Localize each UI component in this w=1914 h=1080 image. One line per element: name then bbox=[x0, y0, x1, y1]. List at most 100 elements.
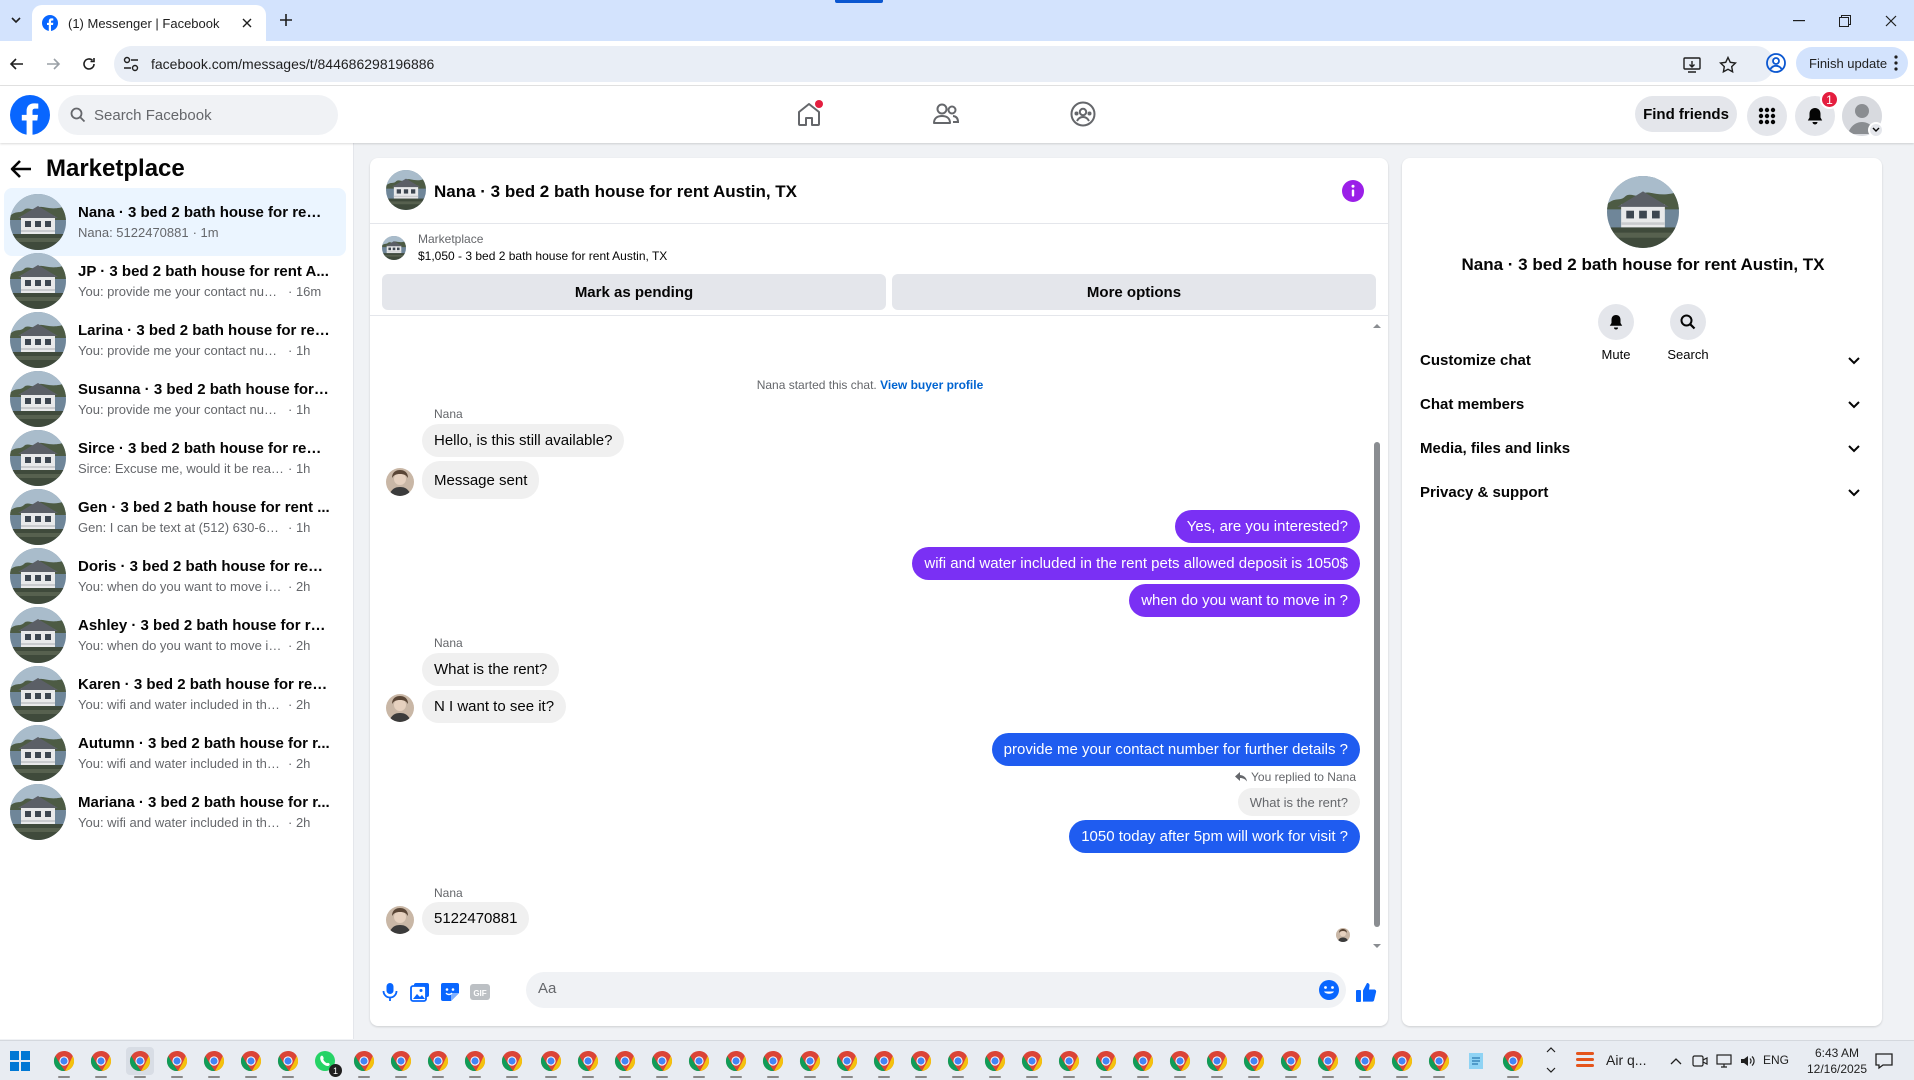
chrome-taskbar-icon[interactable] bbox=[350, 1047, 378, 1078]
chrome-taskbar-icon[interactable] bbox=[574, 1047, 602, 1078]
message-input-box[interactable] bbox=[526, 972, 1346, 1008]
chrome-taskbar-icon[interactable] bbox=[1425, 1047, 1453, 1078]
chrome-taskbar-icon[interactable] bbox=[1351, 1047, 1379, 1078]
chrome-taskbar-icon[interactable] bbox=[907, 1047, 935, 1078]
thumbs-up-icon[interactable] bbox=[1354, 980, 1378, 1004]
taskbar-scroll-down-icon[interactable] bbox=[1546, 1065, 1556, 1075]
chrome-taskbar-icon[interactable] bbox=[163, 1047, 191, 1078]
browser-tab-active[interactable]: (1) Messenger | Facebook bbox=[32, 5, 266, 41]
scroll-thumb[interactable] bbox=[1374, 442, 1380, 927]
back-arrow-icon[interactable] bbox=[10, 159, 32, 179]
outgoing-message[interactable]: 1050 today after 5pm will work for visit… bbox=[1069, 820, 1360, 853]
chrome-taskbar-icon[interactable] bbox=[274, 1047, 302, 1078]
whatsapp-taskbar-icon[interactable]: 1 bbox=[311, 1047, 342, 1077]
incoming-message[interactable]: Hello, is this still available? bbox=[422, 424, 625, 457]
incoming-message[interactable]: 5122470881 bbox=[422, 902, 530, 935]
conversation-item[interactable]: Susanna · 3 bed 2 bath house for r... You… bbox=[4, 365, 346, 433]
scroll-up-arrow-icon[interactable] bbox=[1372, 322, 1382, 330]
search-icon[interactable] bbox=[1670, 304, 1706, 340]
mute-bell-icon[interactable] bbox=[1598, 304, 1634, 340]
chrome-taskbar-icon[interactable] bbox=[1092, 1047, 1120, 1078]
close-tab-icon[interactable] bbox=[238, 14, 256, 32]
chrome-taskbar-icon[interactable] bbox=[1018, 1047, 1046, 1078]
chrome-taskbar-icon[interactable] bbox=[50, 1047, 78, 1078]
info-icon[interactable] bbox=[1342, 180, 1364, 202]
quoted-message[interactable]: What is the rent? bbox=[1237, 788, 1360, 816]
conversation-item[interactable]: Doris · 3 bed 2 bath house for rent... Yo… bbox=[4, 542, 346, 610]
chrome-taskbar-icon[interactable] bbox=[1388, 1047, 1416, 1078]
photo-attach-icon[interactable] bbox=[408, 980, 432, 1004]
chrome-taskbar-icon[interactable] bbox=[1277, 1047, 1305, 1078]
incoming-message[interactable]: N I want to see it? bbox=[422, 690, 567, 723]
chrome-taskbar-icon[interactable] bbox=[237, 1047, 265, 1078]
conversation-item[interactable]: Nana · 3 bed 2 bath house for rent... Nan… bbox=[4, 188, 346, 256]
nav-friends[interactable] bbox=[926, 96, 966, 132]
notifications-button[interactable]: 1 bbox=[1795, 90, 1839, 136]
chrome-taskbar-icon[interactable] bbox=[537, 1047, 565, 1078]
chrome-taskbar-icon[interactable] bbox=[981, 1047, 1009, 1078]
incoming-message[interactable]: What is the rent? bbox=[422, 653, 560, 686]
taskbar-clock[interactable]: 6:43 AM 12/16/2025 bbox=[1805, 1045, 1869, 1077]
tab-search-chevron-icon[interactable] bbox=[4, 8, 28, 32]
mark-as-pending-button[interactable]: Mark as pending bbox=[382, 274, 886, 310]
browser-profile-icon[interactable] bbox=[1764, 51, 1788, 75]
minimize-window-icon[interactable] bbox=[1776, 0, 1822, 41]
chrome-taskbar-icon[interactable] bbox=[1055, 1047, 1083, 1078]
details-avatar[interactable] bbox=[1607, 176, 1679, 248]
view-buyer-profile-link[interactable]: View buyer profile bbox=[880, 378, 983, 392]
chrome-taskbar-icon[interactable] bbox=[1240, 1047, 1268, 1078]
details-section-row[interactable]: Privacy & support bbox=[1410, 472, 1874, 512]
site-info-tune-icon[interactable] bbox=[122, 55, 140, 73]
conversation-item[interactable]: Larina · 3 bed 2 bath house for ren... Yo… bbox=[4, 306, 346, 374]
conversation-item[interactable]: JP · 3 bed 2 bath house for rent A... You… bbox=[4, 247, 346, 315]
chrome-taskbar-icon[interactable] bbox=[126, 1047, 154, 1078]
chrome-taskbar-icon[interactable] bbox=[424, 1047, 452, 1078]
details-section-row[interactable]: Chat members bbox=[1410, 384, 1874, 424]
find-friends-button[interactable]: Find friends bbox=[1635, 96, 1737, 132]
network-icon[interactable] bbox=[1716, 1053, 1732, 1069]
chrome-taskbar-icon[interactable] bbox=[200, 1047, 228, 1078]
incoming-message[interactable]: Message sent bbox=[422, 461, 540, 499]
url-text[interactable]: facebook.com/messages/t/844686298196886 bbox=[151, 56, 434, 72]
show-hidden-icons-chevron-icon[interactable] bbox=[1668, 1053, 1684, 1069]
chat-avatar[interactable] bbox=[386, 170, 426, 210]
conversation-item[interactable]: Ashley · 3 bed 2 bath house for re... You… bbox=[4, 601, 346, 669]
meet-now-icon[interactable] bbox=[1692, 1053, 1708, 1069]
chrome-taskbar-icon[interactable] bbox=[870, 1047, 898, 1078]
close-window-icon[interactable] bbox=[1868, 0, 1914, 41]
facebook-logo-icon[interactable] bbox=[10, 95, 50, 135]
volume-icon[interactable] bbox=[1740, 1053, 1756, 1069]
conversation-item[interactable]: Gen · 3 bed 2 bath house for rent ... Gen… bbox=[4, 483, 346, 551]
message-thread[interactable]: Nana started this chat. View buyer profi… bbox=[370, 318, 1388, 960]
nav-home[interactable] bbox=[789, 96, 829, 132]
chrome-taskbar-icon[interactable] bbox=[1203, 1047, 1231, 1078]
chrome-taskbar-icon[interactable] bbox=[722, 1047, 750, 1078]
outgoing-message[interactable]: provide me your contact number for furth… bbox=[991, 733, 1360, 766]
more-options-button[interactable]: More options bbox=[892, 274, 1376, 310]
nav-groups[interactable] bbox=[1063, 96, 1103, 132]
outgoing-message[interactable]: when do you want to move in ? bbox=[1129, 584, 1360, 617]
chrome-taskbar-icon[interactable] bbox=[387, 1047, 415, 1078]
details-section-row[interactable]: Media, files and links bbox=[1410, 428, 1874, 468]
chrome-taskbar-icon[interactable] bbox=[685, 1047, 713, 1078]
chrome-taskbar-icon[interactable] bbox=[1499, 1047, 1527, 1078]
chat-title[interactable]: Nana · 3 bed 2 bath house for rent Austi… bbox=[434, 182, 797, 202]
install-app-icon[interactable] bbox=[1682, 55, 1702, 75]
weather-widget[interactable]: Air q... bbox=[1574, 1049, 1646, 1071]
microphone-icon[interactable] bbox=[378, 980, 402, 1004]
message-scrollbar[interactable] bbox=[1371, 322, 1383, 952]
address-bar[interactable]: facebook.com/messages/t/844686298196886 bbox=[114, 46, 1774, 82]
chrome-taskbar-icon[interactable] bbox=[944, 1047, 972, 1078]
sticker-icon[interactable] bbox=[438, 980, 462, 1004]
notification-center-icon[interactable] bbox=[1874, 1051, 1894, 1071]
restore-window-icon[interactable] bbox=[1822, 0, 1868, 41]
finish-update-button[interactable]: Finish update bbox=[1796, 47, 1908, 79]
emoji-icon[interactable] bbox=[1318, 979, 1340, 1001]
chrome-taskbar-icon[interactable] bbox=[1129, 1047, 1157, 1078]
account-chevron-down-icon[interactable] bbox=[1868, 122, 1884, 138]
sender-avatar[interactable] bbox=[386, 906, 414, 934]
message-input[interactable] bbox=[538, 980, 1298, 997]
chrome-taskbar-icon[interactable] bbox=[1314, 1047, 1342, 1078]
details-section-row[interactable]: Customize chat bbox=[1410, 340, 1874, 380]
back-arrow-icon[interactable] bbox=[4, 51, 30, 77]
